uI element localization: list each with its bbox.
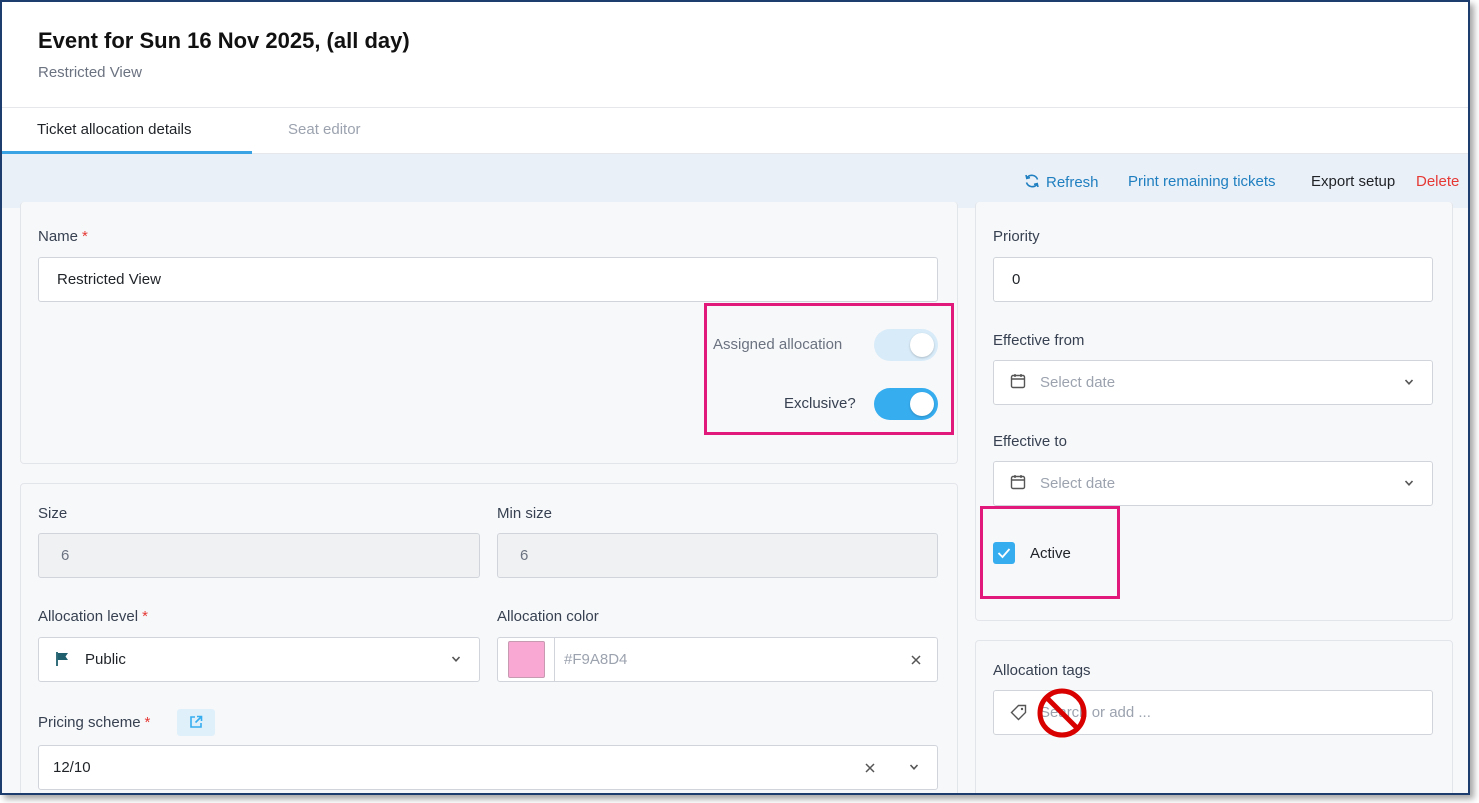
- chevron-down-icon[interactable]: [1404, 377, 1414, 387]
- divider: [554, 638, 555, 681]
- allocation-color-value: #F9A8D4: [564, 651, 628, 668]
- effective-from-datepicker[interactable]: Select date: [993, 360, 1433, 405]
- page-title: Event for Sun 16 Nov 2025, (all day): [38, 28, 410, 53]
- delete-button[interactable]: Delete: [1416, 173, 1459, 190]
- min-size-input[interactable]: 6: [497, 533, 938, 578]
- clear-icon[interactable]: [911, 655, 921, 665]
- date-placeholder: Select date: [1040, 374, 1116, 391]
- effective-from-label: Effective from: [993, 332, 1085, 349]
- action-toolbar: Refresh Print remaining tickets Export s…: [2, 154, 1468, 208]
- allocation-color-label: Allocation color: [497, 608, 599, 625]
- effective-to-label: Effective to: [993, 433, 1067, 450]
- export-setup-button[interactable]: Export setup: [1311, 173, 1395, 190]
- app-window: Event for Sun 16 Nov 2025, (all day) Res…: [0, 0, 1470, 795]
- calendar-icon: [1010, 475, 1026, 490]
- name-label: Name *: [38, 228, 88, 245]
- size-label: Size: [38, 505, 68, 522]
- tab-seat-editor[interactable]: Seat editor: [253, 108, 396, 154]
- allocation-color-input[interactable]: #F9A8D4: [497, 637, 938, 682]
- date-placeholder: Select date: [1040, 475, 1116, 492]
- open-pricing-scheme-button[interactable]: [177, 709, 215, 736]
- pricing-scheme-value: 12/10: [53, 759, 91, 776]
- clear-icon[interactable]: [865, 763, 875, 773]
- prohibited-icon: [1037, 688, 1087, 738]
- min-size-label: Min size: [497, 505, 553, 522]
- refresh-icon: [1025, 174, 1039, 188]
- allocation-level-value: Public: [85, 651, 126, 668]
- toggles-highlight-box: [704, 303, 954, 435]
- effective-to-datepicker[interactable]: Select date: [993, 461, 1433, 506]
- name-input[interactable]: Restricted View: [38, 257, 938, 302]
- refresh-button[interactable]: Refresh: [1024, 173, 1099, 191]
- tab-bar: Ticket allocation details Seat editor: [2, 107, 1468, 154]
- print-remaining-tickets-button[interactable]: Print remaining tickets: [1128, 173, 1276, 190]
- external-link-icon: [190, 715, 203, 728]
- chevron-down-icon[interactable]: [1404, 478, 1414, 488]
- chevron-down-icon[interactable]: [909, 762, 919, 772]
- color-swatch[interactable]: [508, 641, 545, 678]
- priority-label: Priority: [993, 228, 1040, 245]
- tab-ticket-allocation-details[interactable]: Ticket allocation details: [2, 108, 252, 154]
- pricing-scheme-select[interactable]: 12/10: [38, 745, 938, 790]
- allocation-level-select[interactable]: Public: [38, 637, 480, 682]
- active-highlight-box: [980, 506, 1120, 599]
- allocation-tags-label: Allocation tags: [993, 662, 1091, 679]
- flag-icon: [56, 652, 68, 666]
- allocation-level-label: Allocation level *: [38, 608, 148, 625]
- page-subtitle: Restricted View: [38, 64, 142, 81]
- pricing-scheme-label: Pricing scheme *: [38, 714, 151, 731]
- page-header: Event for Sun 16 Nov 2025, (all day) Res…: [2, 2, 1468, 107]
- calendar-icon: [1010, 374, 1026, 389]
- priority-input[interactable]: 0: [993, 257, 1433, 302]
- chevron-down-icon[interactable]: [451, 654, 461, 664]
- refresh-label: Refresh: [1046, 174, 1099, 191]
- size-input[interactable]: 6: [38, 533, 480, 578]
- tag-icon: [1010, 704, 1027, 721]
